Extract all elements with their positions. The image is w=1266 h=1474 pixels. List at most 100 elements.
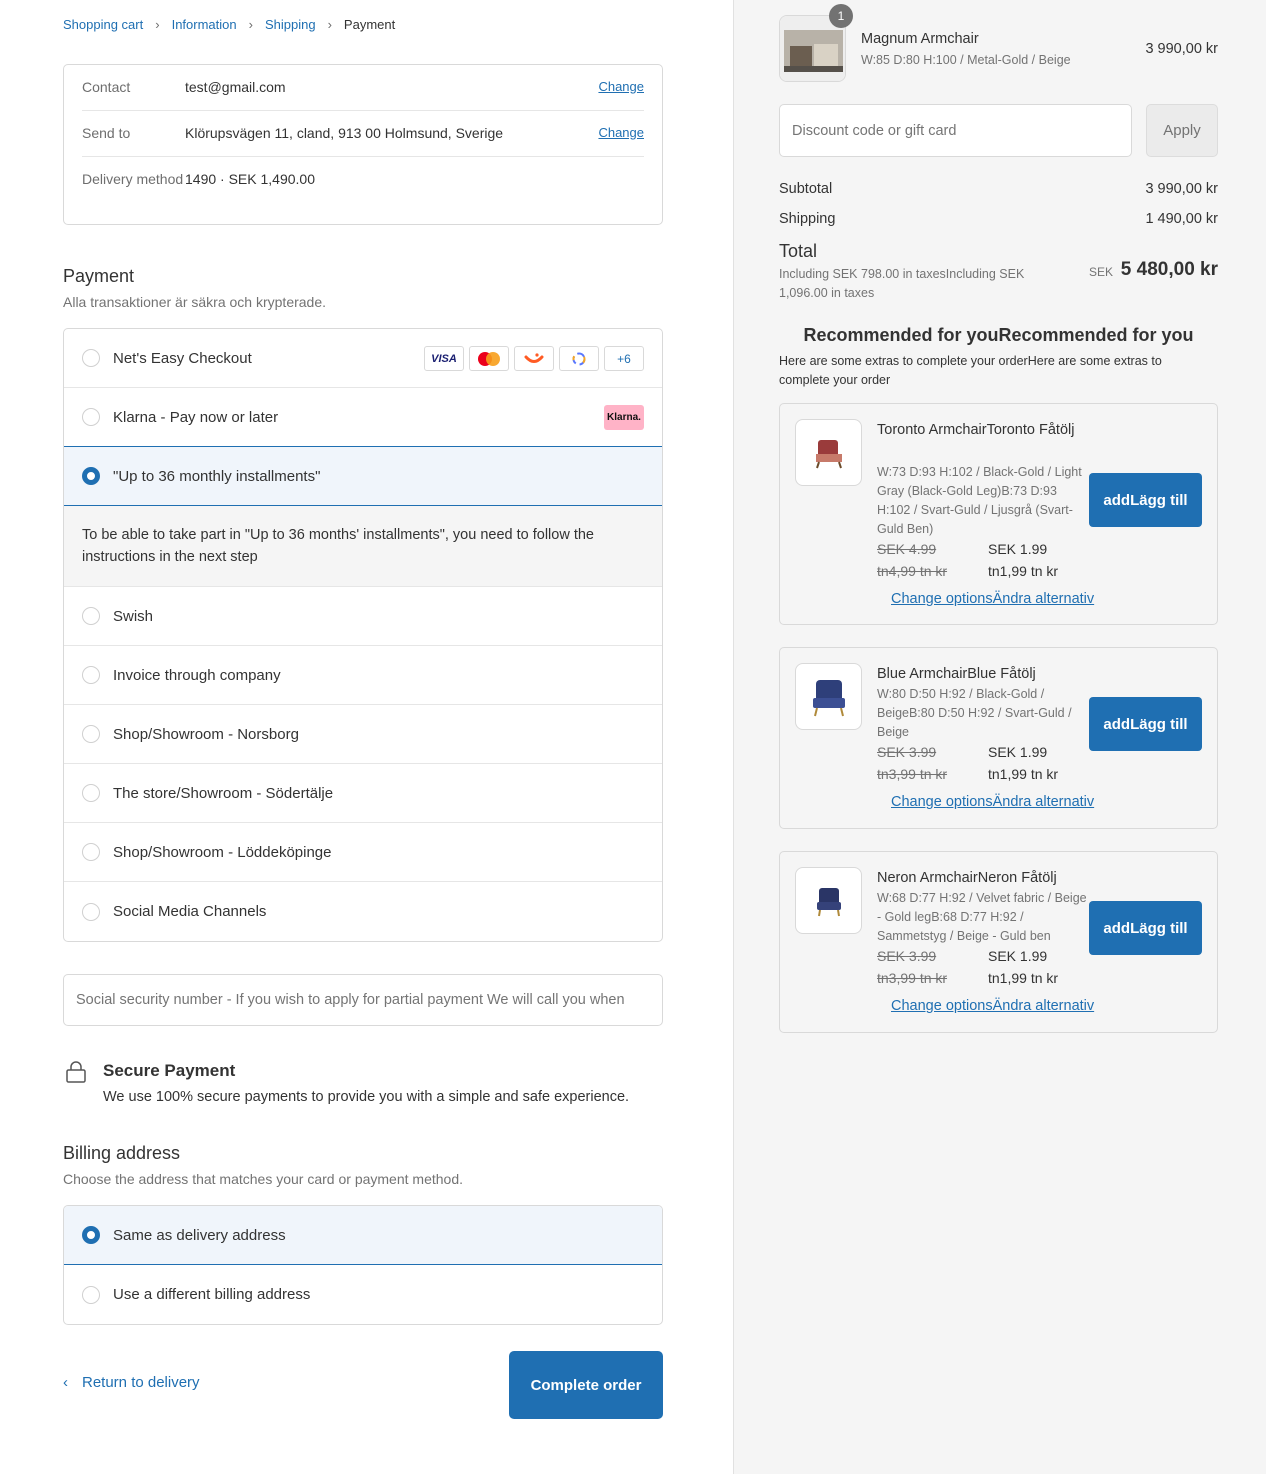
radio-button[interactable] (82, 408, 100, 426)
billing-subtitle: Choose the address that matches your car… (63, 1171, 463, 1187)
shipping-label: Shipping (779, 211, 836, 227)
discount-code-input[interactable] (779, 104, 1132, 157)
chevron-right-icon: › (248, 17, 253, 32)
secure-payment-title: Secure Payment (103, 1061, 236, 1080)
apply-discount-button[interactable]: Apply (1146, 104, 1218, 157)
payment-option-sodertalje[interactable]: The store/Showroom - Södertälje (64, 764, 662, 823)
payment-option-norsborg[interactable]: Shop/Showroom - Norsborg (64, 705, 662, 764)
change-options-link[interactable]: Change optionsÄndra alternativ (891, 591, 1094, 607)
payment-option-swish[interactable]: Swish (64, 587, 662, 646)
add-to-cart-button[interactable]: addLägg till (1089, 697, 1202, 751)
radio-button[interactable] (82, 666, 100, 684)
rec-old-price: SEK 3.99 (877, 744, 937, 760)
product-price: 3 990,00 kr (1145, 41, 1218, 57)
radio-button[interactable] (82, 349, 100, 367)
contact-row: Contact test@gmail.com Change (82, 65, 644, 111)
total-value: 5 480,00 kr (1120, 259, 1218, 280)
rec-product-name: Blue ArmchairBlue Fåtölj (877, 666, 1036, 682)
radio-button[interactable] (82, 607, 100, 625)
product-name: Magnum Armchair (861, 31, 979, 47)
breadcrumb: Shopping cart › Information › Shipping ›… (63, 17, 395, 32)
subtotal-label: Subtotal (779, 181, 833, 197)
payment-option-label: Shop/Showroom - Löddeköpinge (113, 843, 332, 861)
rec-product-variant: W:73 D:93 H:102 / Black-Gold / Light Gra… (877, 465, 1082, 536)
rec-product-variant: W:68 D:77 H:92 / Velvet fabric / Beige -… (877, 891, 1087, 943)
payment-option-label: Net's Easy Checkout (113, 349, 252, 367)
radio-button[interactable] (82, 902, 100, 921)
payment-option-label: The store/Showroom - Södertälje (113, 784, 334, 802)
contact-label: Contact (82, 79, 131, 95)
payment-option-invoice[interactable]: Invoice through company (64, 646, 662, 705)
ssn-input[interactable] (63, 974, 663, 1026)
sendto-label: Send to (82, 125, 131, 141)
payment-option-label: Social Media Channels (113, 903, 267, 920)
payment-option-label: Shop/Showroom - Norsborg (113, 725, 299, 743)
billing-option-label: Same as delivery address (113, 1226, 286, 1244)
sendto-value: Klörupsvägen 11, cland, 913 00 Holmsund,… (185, 125, 504, 141)
tax-note: Including SEK 798.00 in taxesIncluding S… (779, 267, 1025, 300)
payment-title: Payment (63, 266, 135, 286)
complete-order-button[interactable]: Complete order (509, 1351, 663, 1419)
radio-button[interactable] (82, 784, 100, 802)
billing-option-same[interactable]: Same as delivery address (64, 1206, 662, 1265)
payment-option-installments[interactable]: "Up to 36 monthly installments" (64, 446, 662, 506)
radio-button[interactable] (82, 725, 100, 743)
rec-new-price-alt: tn1,99 tn kr (988, 766, 1059, 782)
billing-option-different[interactable]: Use a different billing address (64, 1265, 662, 1324)
recommendation-card: Neron ArmchairNeron Fåtölj W:68 D:77 H:9… (779, 851, 1218, 1033)
delivery-row: Delivery method 1490 · SEK 1,490.00 (82, 157, 644, 223)
billing-options: Same as delivery address Use a different… (63, 1205, 663, 1325)
shipping-value: 1 490,00 kr (1145, 211, 1218, 227)
rec-new-price-alt: tn1,99 tn kr (988, 970, 1059, 986)
rec-product-name: Toronto ArmchairToronto Fåtölj (877, 422, 1075, 438)
rec-old-price: SEK 4.99 (877, 541, 937, 557)
delivery-value: 1490 · SEK 1,490.00 (185, 171, 315, 187)
rec-old-price-alt: tn4,99 tn kr (877, 563, 948, 579)
armchair-image-icon (813, 680, 845, 717)
breadcrumb-shipping[interactable]: Shipping (265, 17, 316, 32)
add-to-cart-button[interactable]: addLägg till (1089, 473, 1202, 527)
chevron-right-icon: › (155, 17, 160, 32)
product-variant: W:85 D:80 H:100 / Metal-Gold / Beige (861, 53, 1071, 67)
breadcrumb-information[interactable]: Information (172, 17, 237, 32)
rec-old-price-alt: tn3,99 tn kr (877, 766, 948, 782)
payment-option-nets[interactable]: Net's Easy Checkout VISA +6 (64, 329, 662, 388)
total-currency: SEK (1089, 265, 1114, 279)
payment-option-loddekopinge[interactable]: Shop/Showroom - Löddeköpinge (64, 823, 662, 882)
radio-button-selected[interactable] (82, 1226, 100, 1244)
radio-button[interactable] (82, 1285, 100, 1304)
return-to-delivery-link[interactable]: ‹ Return to delivery (63, 1374, 200, 1391)
rec-new-price: SEK 1.99 (988, 744, 1048, 760)
rec-old-price-alt: tn3,99 tn kr (877, 970, 948, 986)
product-thumbnail (795, 663, 862, 730)
change-contact-link[interactable]: Change (598, 79, 644, 94)
total-label: Total (779, 241, 818, 261)
chevron-left-icon: ‹ (63, 1374, 68, 1391)
add-to-cart-button[interactable]: addLägg till (1089, 901, 1202, 955)
contact-value: test@gmail.com (185, 79, 286, 95)
armchair-image-icon (816, 440, 842, 469)
payment-option-social[interactable]: Social Media Channels (64, 882, 662, 941)
recommendation-card: Blue ArmchairBlue Fåtölj W:80 D:50 H:92 … (779, 647, 1218, 829)
payment-option-klarna[interactable]: Klarna - Pay now or later Klarna. (64, 388, 662, 447)
product-thumbnail (795, 419, 862, 486)
radio-button-selected[interactable] (82, 467, 100, 485)
visa-icon: VISA (424, 346, 464, 371)
mobilepay-icon (559, 346, 599, 371)
change-options-link[interactable]: Change optionsÄndra alternativ (891, 998, 1094, 1014)
payment-option-label: Klarna - Pay now or later (113, 408, 279, 426)
return-label: Return to delivery (82, 1374, 200, 1391)
radio-button[interactable] (82, 843, 100, 861)
change-address-link[interactable]: Change (598, 125, 644, 140)
card-logos: VISA +6 (424, 346, 644, 371)
recommendation-card: Toronto ArmchairToronto Fåtölj W:73 D:93… (779, 403, 1218, 625)
product-thumbnail (795, 867, 862, 934)
payment-option-label: "Up to 36 monthly installments" (113, 467, 321, 485)
change-options-link[interactable]: Change optionsÄndra alternativ (891, 794, 1094, 810)
payment-option-label: Invoice through company (113, 666, 281, 684)
payment-subtitle: Alla transaktioner är säkra och kryptera… (63, 294, 327, 310)
breadcrumb-cart[interactable]: Shopping cart (63, 17, 143, 32)
payment-option-label: Swish (113, 607, 154, 625)
klarna-logo: Klarna. (604, 405, 644, 430)
billing-title: Billing address (63, 1143, 181, 1163)
